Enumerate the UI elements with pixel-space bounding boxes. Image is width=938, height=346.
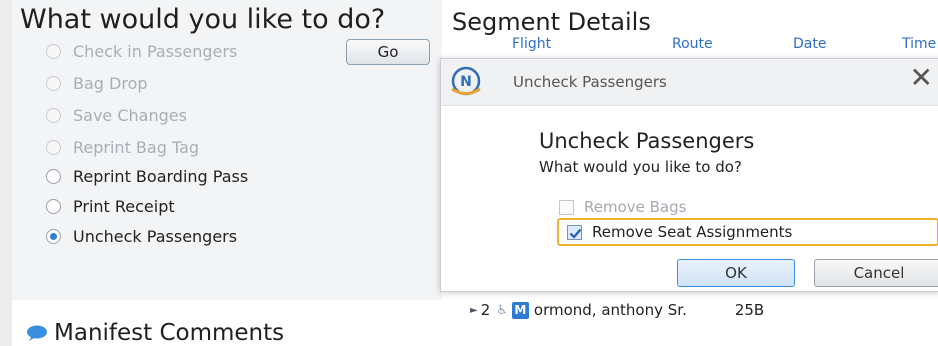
checkbox-checked-icon[interactable] xyxy=(567,224,582,240)
passenger-seat: 25B xyxy=(734,301,765,319)
close-icon[interactable]: ✕ xyxy=(910,61,933,94)
uncheck-passengers-dialog: N Uncheck Passengers ✕ Uncheck Passenger… xyxy=(440,58,938,292)
dialog-heading: Uncheck Passengers xyxy=(539,129,755,153)
checkbox-label: Remove Bags xyxy=(584,198,687,216)
cancel-button[interactable]: Cancel xyxy=(814,259,938,287)
dialog-question: What would you like to do? xyxy=(539,158,742,176)
option-bag-drop[interactable]: Bag Drop xyxy=(46,71,148,95)
action-question-title: What would you like to do? xyxy=(20,4,386,35)
radio-icon[interactable] xyxy=(46,198,61,214)
column-header-flight[interactable]: Flight xyxy=(512,36,551,52)
special-assistance-icon: ♿ xyxy=(496,302,508,318)
column-header-route[interactable]: Route xyxy=(672,36,713,52)
option-label: Reprint Bag Tag xyxy=(73,137,200,157)
manifest-comments-title: Manifest Comments xyxy=(54,320,285,346)
passenger-row[interactable]: ► 2 ♿ M ormond, anthony Sr. 25B xyxy=(470,299,764,321)
option-label: Reprint Boarding Pass xyxy=(73,166,249,186)
option-label: Check in Passengers xyxy=(73,41,238,61)
option-reprint-boarding-pass[interactable]: Reprint Boarding Pass xyxy=(46,164,248,188)
option-print-receipt[interactable]: Print Receipt xyxy=(46,194,175,218)
option-check-in-passengers[interactable]: Check in Passengers xyxy=(46,39,237,63)
svg-text:N: N xyxy=(460,74,472,90)
option-label: Save Changes xyxy=(73,105,187,125)
manifest-comments-header: Manifest Comments xyxy=(26,320,284,346)
passenger-index: 2 xyxy=(480,301,491,319)
option-label: Bag Drop xyxy=(73,73,148,93)
dialog-title-bar[interactable]: N Uncheck Passengers ✕ xyxy=(441,59,938,106)
row-expand-arrow-icon[interactable]: ► xyxy=(470,305,478,316)
radio-icon[interactable] xyxy=(46,43,61,59)
comment-bubble-icon xyxy=(27,325,47,341)
go-button[interactable]: Go xyxy=(346,39,430,65)
option-reprint-bag-tag[interactable]: Reprint Bag Tag xyxy=(46,135,199,159)
left-rail xyxy=(0,0,12,346)
passenger-type-badge: M xyxy=(511,301,529,319)
remove-bags-option[interactable]: Remove Bags xyxy=(559,196,686,218)
option-save-changes[interactable]: Save Changes xyxy=(46,103,187,127)
radio-icon[interactable] xyxy=(46,75,61,91)
dialog-window-title: Uncheck Passengers xyxy=(513,73,667,91)
app-logo-icon: N xyxy=(451,66,481,96)
radio-icon[interactable] xyxy=(46,107,61,123)
radio-selected-icon[interactable] xyxy=(46,228,61,244)
option-label: Uncheck Passengers xyxy=(73,226,238,246)
passenger-name: ormond, anthony Sr. xyxy=(533,301,687,319)
radio-icon[interactable] xyxy=(46,168,61,184)
checkbox-icon[interactable] xyxy=(559,199,574,215)
option-label: Print Receipt xyxy=(73,196,175,216)
ok-button[interactable]: OK xyxy=(677,259,795,287)
column-header-time[interactable]: Time xyxy=(902,36,936,52)
remove-seat-assignments-option[interactable]: Remove Seat Assignments xyxy=(567,221,792,243)
radio-icon[interactable] xyxy=(46,139,61,155)
checkbox-label: Remove Seat Assignments xyxy=(592,223,793,241)
option-uncheck-passengers[interactable]: Uncheck Passengers xyxy=(46,224,237,248)
column-header-date[interactable]: Date xyxy=(793,36,826,52)
segment-details-title: Segment Details xyxy=(452,8,651,36)
